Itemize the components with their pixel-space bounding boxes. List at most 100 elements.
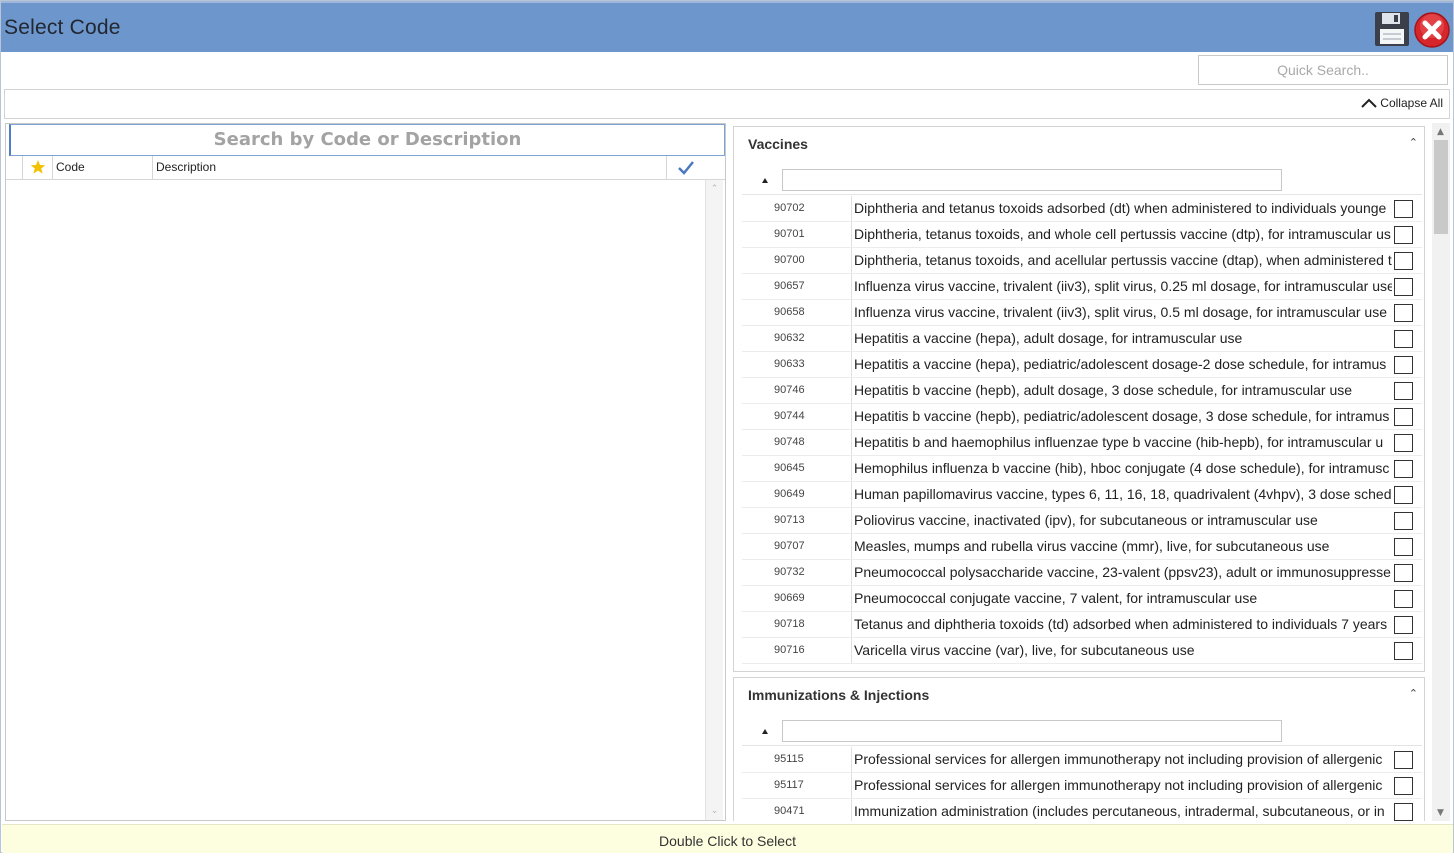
save-button[interactable] <box>1374 11 1410 47</box>
window-title: Select Code <box>4 16 121 39</box>
select-checkbox[interactable] <box>1394 252 1413 270</box>
code-cell: 90702 <box>774 196 852 221</box>
right-scrollbar[interactable]: ▲ ▼ <box>1432 123 1450 821</box>
chevron-up-icon <box>1361 98 1378 108</box>
code-column-header[interactable]: Code <box>53 156 153 179</box>
code-cell: 90658 <box>774 300 852 325</box>
group-immunizations-injections: Immunizations & Injections ⌃ 95115 Profes… <box>733 677 1425 821</box>
row-selector-header <box>6 156 23 179</box>
code-row[interactable]: 90746 Hepatitis b vaccine (hepb), adult d… <box>742 378 1422 404</box>
code-row[interactable]: 95115 Professional services for allergen … <box>742 747 1422 773</box>
sort-triangle-icon[interactable] <box>762 178 768 183</box>
select-checkbox[interactable] <box>1394 777 1413 795</box>
description-column-header[interactable]: Description <box>153 156 667 179</box>
select-checkbox[interactable] <box>1394 751 1413 769</box>
code-cell: 90707 <box>774 534 852 559</box>
favorite-column-header[interactable] <box>23 156 53 179</box>
select-checkbox[interactable] <box>1394 408 1413 426</box>
group-filter-input[interactable] <box>782 720 1282 742</box>
description-cell: Human papillomavirus vaccine, types 6, 1… <box>854 486 1392 502</box>
code-row[interactable]: 90707 Measles, mumps and rubella virus va… <box>742 534 1422 560</box>
floppy-disk-icon <box>1375 12 1409 46</box>
code-cell: 90718 <box>774 612 852 637</box>
select-checkbox[interactable] <box>1394 278 1413 296</box>
select-checkbox[interactable] <box>1394 460 1413 478</box>
select-checkbox[interactable] <box>1394 486 1413 504</box>
code-row[interactable]: 90669 Pneumococcal conjugate vaccine, 7 v… <box>742 586 1422 612</box>
code-cell: 90746 <box>774 378 852 403</box>
code-cell: 90744 <box>774 404 852 429</box>
star-icon <box>30 160 45 174</box>
scroll-up-icon[interactable]: ▲ <box>1432 125 1449 139</box>
code-row[interactable]: 90701 Diphtheria, tetanus toxoids, and wh… <box>742 222 1422 248</box>
code-cell: 95117 <box>774 773 852 798</box>
scrollbar-thumb[interactable] <box>1434 140 1448 234</box>
select-checkbox[interactable] <box>1394 642 1413 660</box>
code-cell: 90649 <box>774 482 852 507</box>
select-checkbox[interactable] <box>1394 200 1413 218</box>
description-cell: Influenza virus vaccine, trivalent (iiv3… <box>854 304 1387 320</box>
code-row[interactable]: 90713 Poliovirus vaccine, inactivated (ip… <box>742 508 1422 534</box>
code-row[interactable]: 90632 Hepatitis a vaccine (hepa), adult d… <box>742 326 1422 352</box>
select-checkbox[interactable] <box>1394 382 1413 400</box>
quick-search-input[interactable] <box>1198 55 1448 85</box>
select-checkbox[interactable] <box>1394 434 1413 452</box>
select-checkbox[interactable] <box>1394 616 1413 634</box>
filter-row <box>742 718 1422 746</box>
select-checkbox[interactable] <box>1394 803 1413 821</box>
description-cell: Immunization administration (includes pe… <box>854 803 1385 819</box>
code-row[interactable]: 90471 Immunization administration (includ… <box>742 799 1422 821</box>
code-row[interactable]: 90748 Hepatitis b and haemophilus influen… <box>742 430 1422 456</box>
code-row[interactable]: 90700 Diphtheria, tetanus toxoids, and ac… <box>742 248 1422 274</box>
select-checkbox[interactable] <box>1394 330 1413 348</box>
code-row[interactable]: 90732 Pneumococcal polysaccharide vaccine… <box>742 560 1422 586</box>
select-checkbox[interactable] <box>1394 512 1413 530</box>
code-cell: 90732 <box>774 560 852 585</box>
collapse-group-icon[interactable]: ⌃ <box>1409 687 1418 700</box>
select-checkbox[interactable] <box>1394 590 1413 608</box>
code-row[interactable]: 90649 Human papillomavirus vaccine, types… <box>742 482 1422 508</box>
code-row[interactable]: 90633 Hepatitis a vaccine (hepa), pediatr… <box>742 352 1422 378</box>
select-checkbox[interactable] <box>1394 226 1413 244</box>
group-filter-input[interactable] <box>782 169 1282 191</box>
description-cell: Influenza virus vaccine, trivalent (iiv3… <box>854 278 1392 294</box>
code-row[interactable]: 90744 Hepatitis b vaccine (hepb), pediatr… <box>742 404 1422 430</box>
selected-codes-panel: Search by Code or Description Code Descr… <box>5 123 726 821</box>
collapse-bar: Collapse All <box>4 89 1450 119</box>
code-search-input[interactable]: Search by Code or Description <box>9 124 725 156</box>
select-checkbox[interactable] <box>1394 304 1413 322</box>
code-cell: 90645 <box>774 456 852 481</box>
description-cell: Poliovirus vaccine, inactivated (ipv), f… <box>854 512 1318 528</box>
code-row[interactable]: 90657 Influenza virus vaccine, trivalent … <box>742 274 1422 300</box>
status-hint: Double Click to Select <box>2 824 1453 853</box>
code-row[interactable]: 90658 Influenza virus vaccine, trivalent … <box>742 300 1422 326</box>
code-cell: 90700 <box>774 248 852 273</box>
close-button[interactable] <box>1413 11 1451 49</box>
collapse-all-button[interactable]: Collapse All <box>1360 96 1443 110</box>
scroll-down-icon[interactable]: ⌄ <box>706 804 723 818</box>
select-checkbox[interactable] <box>1394 356 1413 374</box>
code-row[interactable]: 90645 Hemophilus influenza b vaccine (hib… <box>742 456 1422 482</box>
checkmark-icon <box>678 161 694 175</box>
code-row[interactable]: 90716 Varicella virus vaccine (var), live… <box>742 638 1422 664</box>
code-row[interactable]: 95117 Professional services for allergen … <box>742 773 1422 799</box>
description-cell: Diphtheria, tetanus toxoids, and whole c… <box>854 226 1391 242</box>
sort-triangle-icon[interactable] <box>762 729 768 734</box>
left-scrollbar[interactable]: ⌃ ⌄ <box>705 180 723 820</box>
code-groups-area: Vaccines ⌃ 90702 Diphtheria and tetanus t… <box>731 123 1451 821</box>
select-checkbox[interactable] <box>1394 538 1413 556</box>
description-cell: Hemophilus influenza b vaccine (hib), hb… <box>854 460 1390 476</box>
collapse-all-label: Collapse All <box>1380 96 1443 110</box>
select-checkbox[interactable] <box>1394 564 1413 582</box>
scroll-up-icon[interactable]: ⌃ <box>706 182 723 196</box>
collapse-group-icon[interactable]: ⌃ <box>1409 136 1418 149</box>
scroll-down-icon[interactable]: ▼ <box>1432 806 1449 820</box>
code-cell: 90713 <box>774 508 852 533</box>
description-cell: Hepatitis b and haemophilus influenzae t… <box>854 434 1384 450</box>
select-column-header[interactable] <box>667 156 705 179</box>
code-row[interactable]: 90718 Tetanus and diphtheria toxoids (td)… <box>742 612 1422 638</box>
description-cell: Varicella virus vaccine (var), live, for… <box>854 642 1195 658</box>
code-cell: 90701 <box>774 222 852 247</box>
code-row[interactable]: 90702 Diphtheria and tetanus toxoids adso… <box>742 196 1422 222</box>
description-cell: Hepatitis b vaccine (hepb), pediatric/ad… <box>854 408 1390 424</box>
